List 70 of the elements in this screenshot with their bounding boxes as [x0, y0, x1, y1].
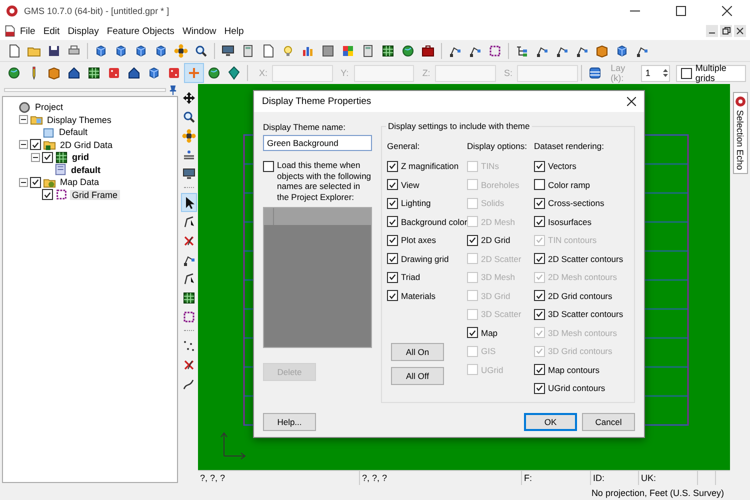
help-button[interactable]: Help...: [263, 413, 316, 431]
menu-item[interactable]: Window: [178, 26, 220, 36]
window-title: GMS 10.7.0 (64-bit) - [untitled.gpr * ]: [24, 6, 170, 16]
checkbox-label: 3D Grid: [481, 290, 510, 301]
coordinate-label: X:: [259, 68, 268, 78]
checkbox-label: 3D Mesh contours: [548, 328, 617, 338]
tree-item[interactable]: Grid Frame: [70, 190, 120, 200]
checkbox-label: Lighting: [401, 198, 431, 208]
ok-button[interactable]: OK: [524, 413, 577, 431]
tree-item[interactable]: 2D Grid Data: [58, 140, 115, 150]
checkbox-label: 3D Scatter contours: [548, 309, 624, 320]
field-label: Display Theme name:: [263, 122, 347, 132]
tree-item[interactable]: grid: [70, 152, 91, 162]
column-heading: Display options:: [467, 140, 528, 153]
menu-item[interactable]: Help: [220, 26, 248, 36]
checkbox-label: Map contours: [548, 364, 600, 375]
checkbox-label: UGrid contours: [548, 383, 606, 394]
checkbox-label: 2D Grid: [481, 235, 510, 246]
column-heading: General:: [387, 140, 421, 153]
checkbox-label: 2D Grid contours: [548, 290, 612, 301]
theme-name-field[interactable]: Green Background: [263, 135, 372, 151]
checkbox-label: 3D Mesh: [481, 272, 516, 282]
layer-label: Lay (k):: [610, 63, 626, 83]
checkbox-label: Z magnification: [401, 161, 459, 172]
coordinate-label: Z:: [422, 68, 432, 78]
checkbox-label: 2D Mesh contours: [548, 272, 617, 282]
checkbox-label: Map: [481, 328, 498, 338]
tree-item[interactable]: Default: [57, 127, 90, 138]
checkbox-label: Solids: [481, 198, 504, 208]
dialog-title: Display Theme Properties: [262, 96, 372, 107]
menu-item[interactable]: File: [16, 26, 40, 36]
checkbox-label: TINs: [481, 161, 499, 172]
checkbox-label: 2D Scatter contours: [548, 254, 624, 264]
coordinate-label: Y:: [340, 68, 350, 78]
checkbox-label: Vectors: [548, 161, 576, 172]
checkbox-label: 3D Scatter: [481, 309, 522, 320]
coordinate-label: S:: [504, 68, 513, 78]
status-text: No projection, Feet (U.S. Survey): [591, 488, 724, 498]
checkbox-label: 2D Scatter: [481, 254, 522, 264]
checkbox-label: Boreholes: [481, 180, 520, 190]
tree-item[interactable]: default: [69, 164, 103, 175]
checkbox-label: 2D Mesh: [481, 216, 516, 227]
tree-item[interactable]: Project: [33, 102, 66, 112]
checkbox-label: UGrid: [481, 364, 504, 375]
checkbox-label: Multiple grids: [695, 63, 728, 83]
column-heading: Dataset rendering:: [534, 140, 605, 153]
checkbox-label: Background color: [401, 216, 468, 227]
menu-item[interactable]: Display: [64, 26, 103, 36]
checkbox-label: Cross-sections: [548, 198, 604, 208]
checkbox-label: View: [401, 180, 420, 190]
menu-item[interactable]: Feature Objects: [102, 26, 178, 36]
all-off-button[interactable]: All Off: [391, 367, 444, 385]
cancel-button[interactable]: Cancel: [582, 413, 635, 431]
checkbox-label: Materials: [401, 290, 436, 301]
checkbox-label: Drawing grid: [401, 254, 449, 264]
checkbox-label: Plot axes: [401, 235, 436, 246]
checkbox-label: Load this theme when objects with the following names are selected in the Project Explorer:: [277, 160, 372, 202]
tree-item[interactable]: Display Themes: [45, 114, 114, 125]
checkbox-label: 3D Grid contours: [548, 346, 612, 356]
layer-spinner[interactable]: 1: [641, 64, 670, 82]
all-on-button[interactable]: All On: [391, 343, 444, 361]
checkbox-label: GIS: [481, 346, 496, 356]
checkbox-label: TIN contours: [548, 235, 597, 246]
group-title: Display settings to include with theme: [386, 121, 532, 131]
tree-item[interactable]: Map Data: [58, 177, 102, 188]
side-tab[interactable]: Selection Echo: [732, 92, 748, 174]
checkbox-label: Color ramp: [548, 180, 590, 190]
checkbox-label: Isosurfaces: [548, 216, 592, 227]
menu-item[interactable]: Edit: [39, 26, 64, 36]
checkbox-label: Triad: [401, 272, 420, 282]
